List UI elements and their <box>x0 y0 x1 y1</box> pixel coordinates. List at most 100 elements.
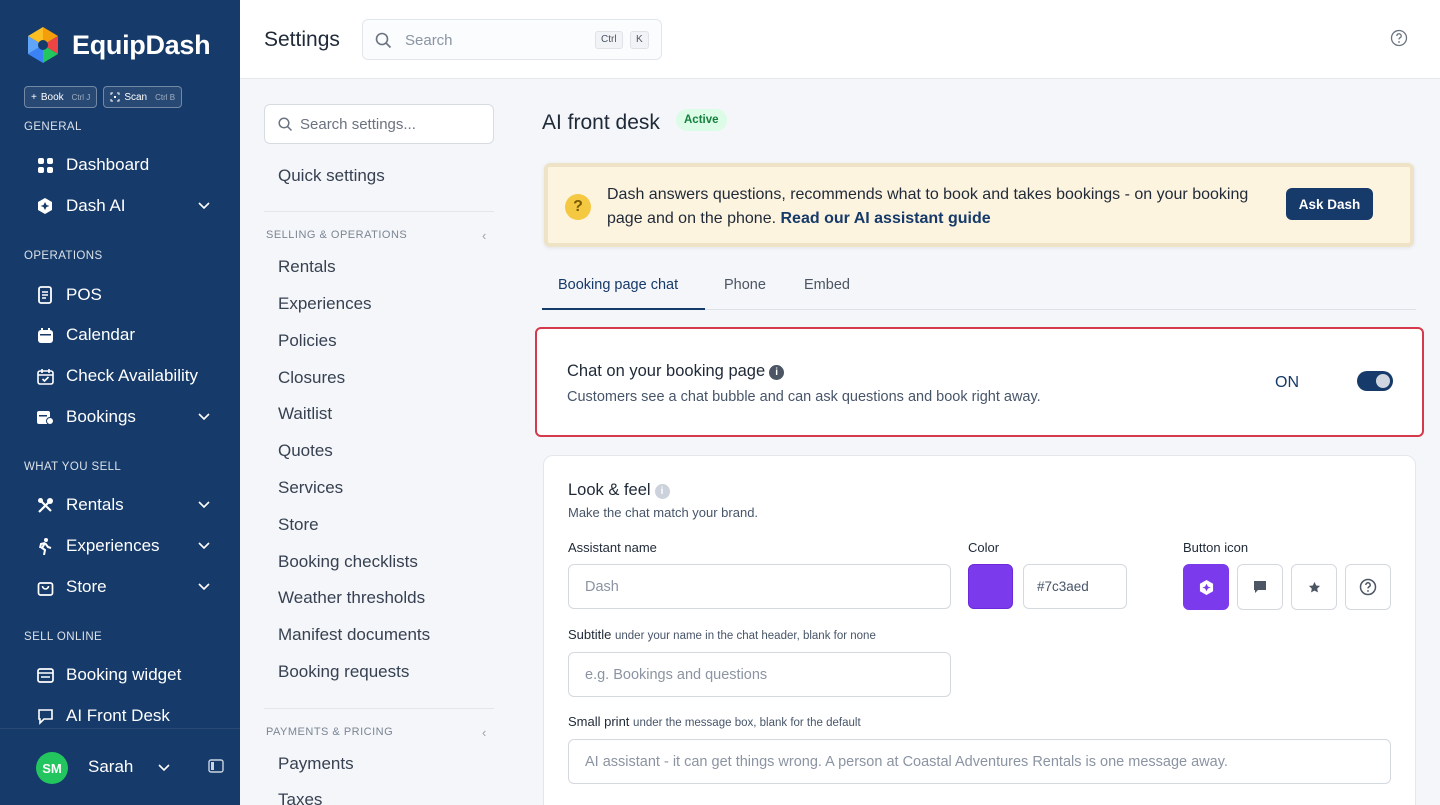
color-hex-input[interactable]: #7c3aed <box>1023 564 1127 609</box>
button-icon-option-star[interactable] <box>1291 564 1337 610</box>
chevron-down-icon[interactable] <box>196 197 212 213</box>
color-hex-value: #7c3aed <box>1037 579 1089 594</box>
book-label: Book <box>40 91 64 103</box>
settings-item-rentals[interactable]: Rentals <box>278 257 336 277</box>
tab-embed[interactable]: Embed <box>804 277 850 293</box>
sidebar-item-label: Dash AI <box>66 196 126 215</box>
chevron-down-icon[interactable] <box>196 496 212 512</box>
chevron-down-icon[interactable] <box>196 578 212 594</box>
ai-guide-link[interactable]: Read our AI assistant guide <box>781 210 991 227</box>
settings-item-store[interactable]: Store <box>278 515 319 535</box>
chat-toggle-title-text: Chat on your booking page <box>567 362 766 380</box>
search-placeholder: Search <box>405 32 453 49</box>
small-print-input[interactable]: AI assistant - it can get things wrong. … <box>568 739 1391 784</box>
chat-toggle-card: Chat on your booking page i Customers see… <box>535 327 1424 437</box>
settings-item-waitlist[interactable]: Waitlist <box>278 404 332 424</box>
settings-search-placeholder: Search settings... <box>300 116 416 133</box>
settings-item-services[interactable]: Services <box>278 478 343 498</box>
sidebar-item-check-availability[interactable]: Check Availability <box>36 361 226 391</box>
chevron-down-icon[interactable] <box>196 408 212 424</box>
button-icon-option-question[interactable] <box>1345 564 1391 610</box>
settings-item-taxes[interactable]: Taxes <box>278 790 322 805</box>
button-icon-label: Button icon <box>1183 540 1249 555</box>
chat-enabled-toggle[interactable] <box>1357 371 1393 391</box>
sidebar-item-bookings[interactable]: Bookings <box>36 402 226 432</box>
sidebar-item-label: Store <box>66 577 107 596</box>
book-shortcut: Ctrl J <box>71 92 91 102</box>
help-icon[interactable] <box>1390 29 1408 47</box>
tab-bar: Booking page chat Phone Embed <box>542 270 1416 310</box>
section-general: GENERAL <box>24 121 82 133</box>
settings-item-closures[interactable]: Closures <box>278 368 345 388</box>
chevron-down-icon[interactable] <box>196 537 212 553</box>
color-label: Color <box>968 540 1000 555</box>
settings-item-experiences[interactable]: Experiences <box>278 294 372 314</box>
scan-button[interactable]: Scan Ctrl B <box>103 86 183 108</box>
divider <box>264 708 494 709</box>
question-circle-icon <box>1359 578 1377 596</box>
button-icon-option-chat[interactable] <box>1237 564 1283 610</box>
sidebar-item-booking-widget[interactable]: Booking widget <box>36 660 226 690</box>
sidebar-item-label: Calendar <box>66 325 135 344</box>
chat-phone-icon <box>36 707 54 725</box>
ai-hex-icon <box>1199 579 1213 595</box>
scan-icon <box>110 92 120 102</box>
divider <box>264 211 494 212</box>
look-feel-title-text: Look & feel <box>568 481 651 499</box>
subtitle-input[interactable]: e.g. Bookings and questions <box>568 652 951 697</box>
tab-booking-page-chat[interactable]: Booking page chat <box>558 277 678 293</box>
collapse-section-icon[interactable]: ‹ <box>482 228 486 243</box>
assistant-name-input[interactable]: Dash <box>568 564 951 609</box>
settings-search-input[interactable]: Search settings... <box>264 104 494 144</box>
settings-item-booking-requests[interactable]: Booking requests <box>278 662 409 682</box>
ask-dash-button[interactable]: Ask Dash <box>1286 188 1373 220</box>
hiker-icon <box>36 537 54 555</box>
assistant-name-placeholder: Dash <box>585 579 619 595</box>
sidebar-item-label: Check Availability <box>66 366 198 385</box>
browser-window-icon <box>36 666 54 684</box>
collapse-section-icon[interactable]: ‹ <box>482 725 486 740</box>
settings-item-quick-settings[interactable]: Quick settings <box>278 166 385 186</box>
settings-item-weather-thresholds[interactable]: Weather thresholds <box>278 588 425 608</box>
tools-icon <box>36 496 54 514</box>
settings-section-payments-pricing: PAYMENTS & PRICING <box>266 726 394 738</box>
info-icon[interactable]: i <box>769 365 785 380</box>
subtitle-label: Subtitle under your name in the chat hea… <box>568 627 876 642</box>
info-banner: ? Dash answers questions, recommends wha… <box>544 163 1414 247</box>
sidebar-item-calendar[interactable]: Calendar <box>36 320 226 350</box>
settings-item-booking-checklists[interactable]: Booking checklists <box>278 552 418 572</box>
sidebar-item-store[interactable]: Store <box>36 572 226 602</box>
button-icon-option-ai[interactable] <box>1183 564 1229 610</box>
question-icon: ? <box>565 194 591 220</box>
bookings-icon <box>36 408 54 426</box>
section-title: AI front desk <box>542 111 660 134</box>
shortcut-key-ctrl: Ctrl <box>595 31 623 49</box>
user-menu[interactable]: SM Sarah <box>0 728 240 805</box>
sidebar-item-dash-ai[interactable]: Dash AI <box>36 191 226 221</box>
chat-toggle-description: Customers see a chat bubble and can ask … <box>567 389 1041 405</box>
settings-item-quotes[interactable]: Quotes <box>278 441 333 461</box>
sidebar-item-label: POS <box>66 285 102 304</box>
sidebar-item-rentals[interactable]: Rentals <box>36 490 226 520</box>
app-logo[interactable]: EquipDash <box>24 26 211 64</box>
sidebar-item-label: Bookings <box>66 407 136 426</box>
chat-toggle-title: Chat on your booking page i <box>567 362 785 381</box>
tab-phone[interactable]: Phone <box>724 277 766 293</box>
sidebar-collapse-icon[interactable] <box>208 759 224 773</box>
ai-hex-icon <box>36 197 54 215</box>
settings-item-manifest-documents[interactable]: Manifest documents <box>278 625 430 645</box>
book-button[interactable]: + Book Ctrl J <box>24 86 98 108</box>
global-search[interactable]: Search Ctrl K <box>362 19 662 60</box>
sidebar-item-label: Rentals <box>66 495 124 514</box>
user-name: Sarah <box>88 757 134 776</box>
settings-item-policies[interactable]: Policies <box>278 331 337 351</box>
sidebar-item-experiences[interactable]: Experiences <box>36 531 226 561</box>
sidebar-item-dashboard[interactable]: Dashboard <box>36 150 226 180</box>
settings-item-payments[interactable]: Payments <box>278 754 354 774</box>
info-icon[interactable]: i <box>654 484 670 499</box>
sidebar-item-pos[interactable]: POS <box>36 280 226 310</box>
color-swatch[interactable] <box>968 564 1013 609</box>
plus-icon: + <box>31 91 37 103</box>
sidebar-item-ai-front-desk[interactable]: AI Front Desk <box>36 701 226 731</box>
chevron-down-icon[interactable] <box>156 759 172 775</box>
